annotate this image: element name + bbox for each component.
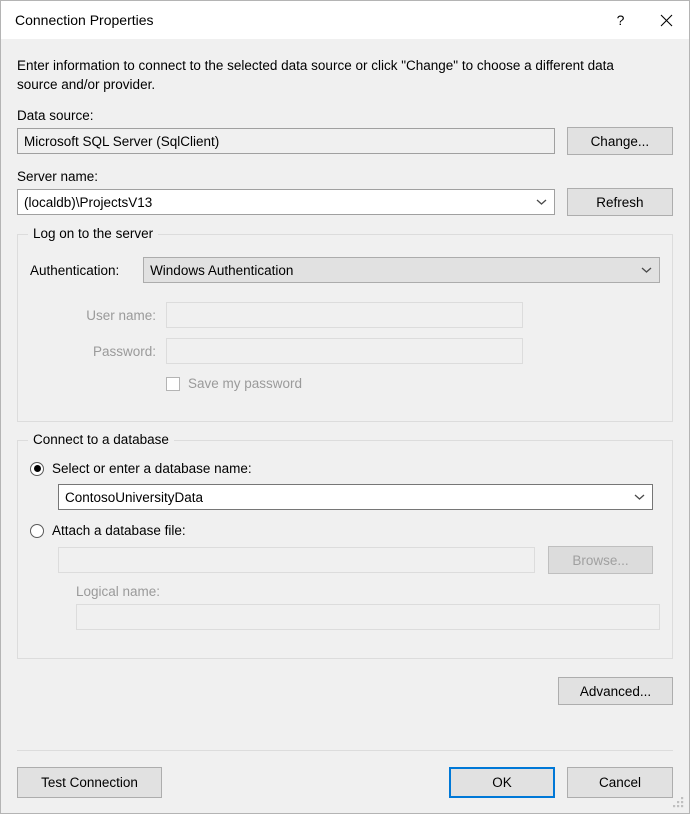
save-password-row[interactable]: Save my password bbox=[166, 376, 660, 391]
attach-file-field bbox=[58, 547, 535, 573]
attach-file-label: Attach a database file: bbox=[52, 523, 186, 538]
test-connection-button[interactable]: Test Connection bbox=[17, 766, 162, 798]
server-name-label: Server name: bbox=[17, 169, 99, 184]
database-name-row: ContosoUniversityData bbox=[58, 484, 660, 510]
server-name-row: (localdb)\ProjectsV13 Refresh bbox=[17, 188, 673, 216]
resize-grip-icon[interactable] bbox=[673, 797, 685, 809]
title-bar: Connection Properties ? bbox=[1, 1, 689, 39]
logical-name-label: Logical name: bbox=[76, 584, 161, 599]
select-database-label: Select or enter a database name: bbox=[52, 461, 252, 476]
data-source-row: Microsoft SQL Server (SqlClient) Change.… bbox=[17, 127, 673, 155]
dialog-body: Enter information to connect to the sele… bbox=[1, 39, 689, 750]
username-field bbox=[166, 302, 523, 328]
logon-group-title: Log on to the server bbox=[28, 226, 159, 241]
chevron-down-icon bbox=[641, 267, 652, 274]
attach-file-radio[interactable] bbox=[30, 523, 44, 538]
refresh-button[interactable]: Refresh bbox=[566, 188, 673, 216]
chevron-down-icon bbox=[634, 494, 645, 501]
database-name-combo[interactable]: ContosoUniversityData bbox=[58, 484, 653, 510]
chevron-down-icon bbox=[536, 199, 547, 206]
database-group: Connect to a database Select or enter a … bbox=[17, 432, 673, 659]
save-password-checkbox[interactable] bbox=[166, 376, 180, 391]
connection-properties-dialog: Connection Properties ? Enter informatio… bbox=[0, 0, 690, 814]
attach-file-radio-row[interactable]: Attach a database file: bbox=[30, 523, 660, 538]
cancel-button[interactable]: Cancel bbox=[567, 766, 673, 798]
select-database-radio-row[interactable]: Select or enter a database name: bbox=[30, 461, 660, 476]
password-label: Password: bbox=[92, 343, 156, 359]
window-title: Connection Properties bbox=[15, 12, 154, 28]
svg-text:?: ? bbox=[616, 13, 624, 28]
advanced-row: Advanced... bbox=[17, 677, 673, 705]
authentication-value: Windows Authentication bbox=[150, 262, 294, 278]
data-source-field: Microsoft SQL Server (SqlClient) bbox=[17, 128, 555, 154]
authentication-row: Authentication: Windows Authentication bbox=[30, 257, 660, 283]
password-row: Password: bbox=[30, 338, 660, 364]
logical-name-row bbox=[76, 604, 660, 630]
dialog-footer: Test Connection OK Cancel bbox=[1, 751, 689, 813]
server-name-combo[interactable]: (localdb)\ProjectsV13 bbox=[17, 189, 555, 215]
username-label: User name: bbox=[86, 307, 156, 323]
ok-button[interactable]: OK bbox=[449, 766, 555, 798]
browse-button: Browse... bbox=[548, 546, 653, 574]
logon-group: Log on to the server Authentication: Win… bbox=[17, 226, 673, 422]
database-name-value: ContosoUniversityData bbox=[65, 489, 204, 505]
help-icon[interactable]: ? bbox=[597, 2, 643, 38]
database-group-title: Connect to a database bbox=[28, 432, 174, 447]
change-button[interactable]: Change... bbox=[566, 127, 673, 155]
intro-text: Enter information to connect to the sele… bbox=[17, 58, 614, 92]
select-database-radio[interactable] bbox=[30, 461, 44, 476]
save-password-label: Save my password bbox=[188, 376, 303, 391]
attach-file-row: Browse... bbox=[58, 546, 660, 574]
authentication-label: Authentication: bbox=[30, 262, 120, 278]
close-icon[interactable] bbox=[643, 2, 689, 38]
password-field bbox=[166, 338, 523, 364]
username-row: User name: bbox=[30, 302, 660, 328]
data-source-label: Data source: bbox=[17, 108, 94, 123]
server-name-value: (localdb)\ProjectsV13 bbox=[24, 194, 153, 210]
logical-name-field bbox=[76, 604, 660, 630]
authentication-combo[interactable]: Windows Authentication bbox=[143, 257, 660, 283]
advanced-button[interactable]: Advanced... bbox=[558, 677, 673, 705]
